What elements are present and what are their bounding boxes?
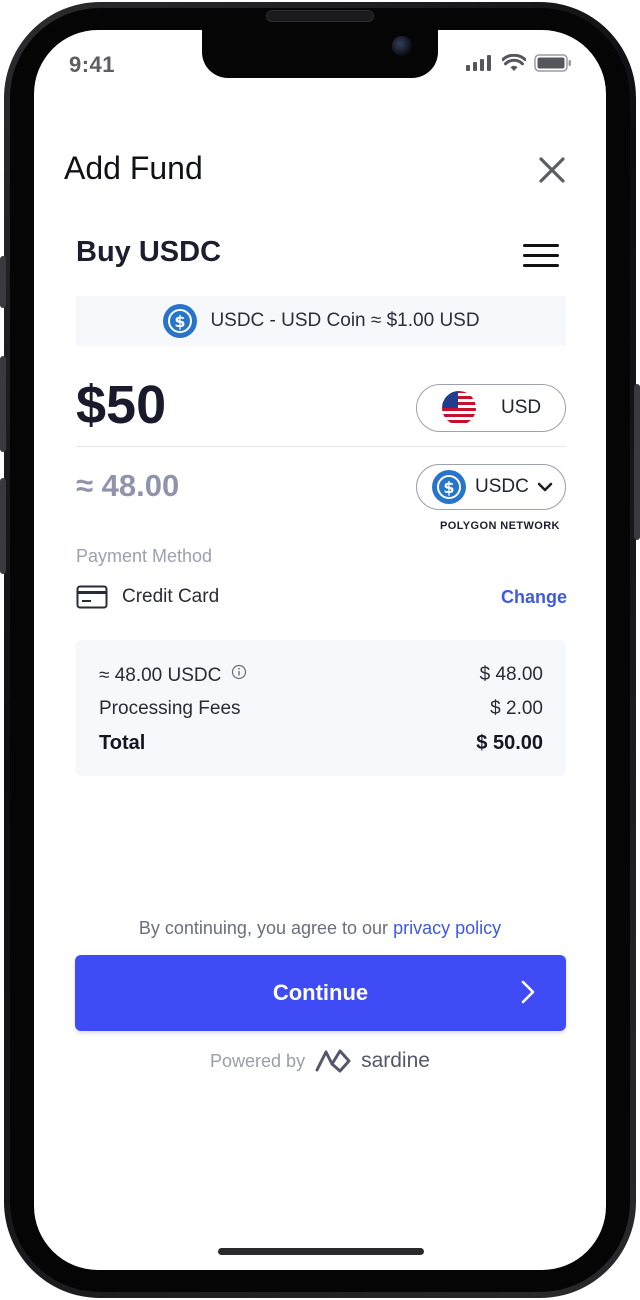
credit-card-icon [76, 585, 108, 609]
continue-label: Continue [272, 980, 369, 1005]
summary-total-value: $ 50.00 [476, 732, 543, 754]
home-indicator[interactable] [218, 1248, 424, 1255]
network-label: POLYGON NETWORK [440, 520, 560, 532]
svg-text:$: $ [175, 312, 186, 331]
exchange-rate-text: USDC - USD Coin ≈ $1.00 USD [210, 310, 480, 331]
payment-method-value: Credit Card [122, 586, 220, 607]
phone-volume-down-button [0, 478, 6, 574]
summary-total-label: Total [99, 732, 146, 754]
wifi-icon [502, 54, 526, 71]
summary-row-crypto: ≈ 48.00 USDC $ 48.00 [99, 664, 543, 687]
continue-button[interactable]: Continue [75, 955, 566, 1031]
agreement-prefix: By continuing, you agree to our [138, 918, 389, 938]
chevron-right-icon [521, 980, 535, 1004]
phone-volume-up-button [0, 356, 6, 452]
status-icons [466, 54, 572, 72]
us-flag-icon [442, 391, 476, 425]
battery-icon [534, 54, 571, 72]
phone-power-button [634, 384, 640, 540]
powered-by-label: Powered by [210, 1050, 306, 1071]
summary-row-total: Total $ 50.00 [99, 732, 543, 755]
phone-screen: 9:41 Add Fund Buy USDC $ USDC - USD Coin… [34, 30, 606, 1270]
agreement-text: By continuing, you agree to our privacy … [34, 918, 606, 939]
summary-row-label: ≈ 48.00 USDC [99, 664, 247, 687]
front-camera-icon [392, 36, 412, 56]
powered-by: Powered by sardine [34, 1048, 606, 1074]
widget-title: Buy USDC [76, 236, 222, 268]
usdc-coin-icon: $ [163, 304, 198, 338]
chevron-down-icon [537, 482, 553, 492]
menu-icon[interactable] [523, 244, 561, 272]
order-summary: ≈ 48.00 USDC $ 48.00 Processing Fees $ 2… [76, 640, 566, 776]
fiat-currency-selector[interactable]: USD [416, 384, 566, 432]
notch [202, 30, 438, 78]
summary-fees-label: Processing Fees [99, 698, 241, 719]
usdc-coin-icon: $ [432, 470, 466, 504]
amount-divider [76, 446, 566, 447]
payment-method-row: Credit Card [76, 585, 219, 609]
close-icon[interactable] [534, 152, 570, 188]
crypto-estimate: ≈ 48.00 [76, 468, 180, 503]
summary-row-fees: Processing Fees $ 2.00 [99, 698, 543, 720]
summary-fees-value: $ 2.00 [490, 698, 543, 719]
brand-name: sardine [361, 1049, 430, 1072]
summary-crypto-value: $ 48.00 [479, 664, 543, 685]
status-time: 9:41 [69, 52, 116, 77]
summary-crypto-label: ≈ 48.00 USDC [99, 665, 222, 686]
svg-text:$: $ [443, 478, 454, 497]
fiat-currency-code: USD [501, 397, 542, 418]
crypto-currency-selector[interactable]: $ USDC [416, 464, 566, 510]
crypto-currency-code: USDC [475, 476, 529, 497]
change-payment-link[interactable]: Change [501, 587, 567, 608]
page-title: Add Fund [64, 150, 203, 186]
exchange-rate-banner: $ USDC - USD Coin ≈ $1.00 USD [76, 296, 566, 346]
info-icon[interactable] [231, 664, 247, 680]
payment-method-label: Payment Method [76, 546, 213, 566]
earpiece-speaker [266, 10, 374, 22]
sardine-logo-icon [315, 1049, 351, 1073]
fiat-amount-input[interactable]: $50 [76, 374, 166, 436]
cellular-signal-icon [466, 55, 491, 71]
privacy-policy-link[interactable]: privacy policy [393, 918, 501, 938]
phone-silent-switch [0, 256, 6, 308]
